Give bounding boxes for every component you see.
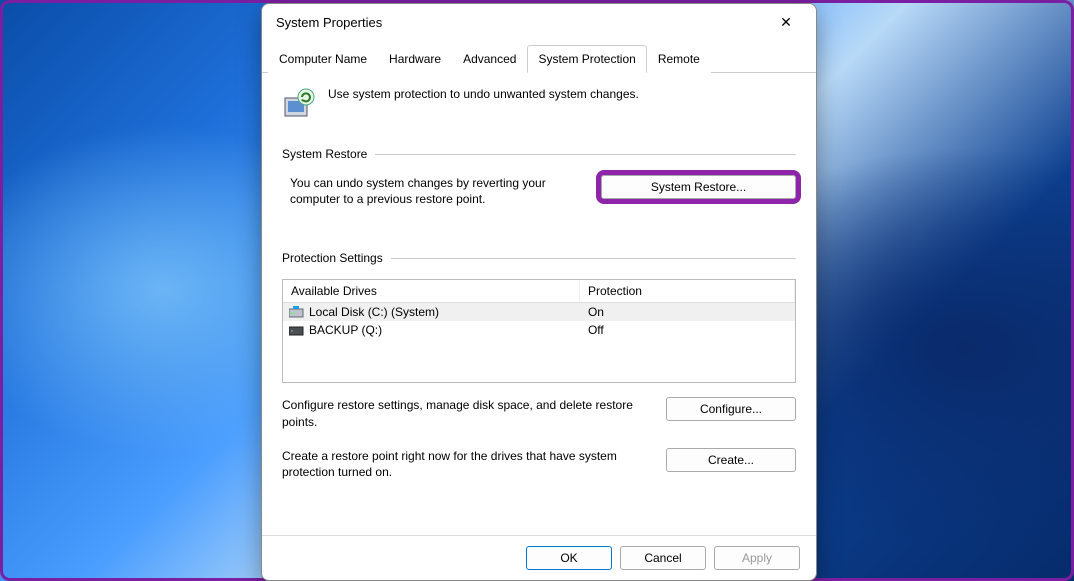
ok-button[interactable]: OK: [526, 546, 612, 570]
configure-button[interactable]: Configure...: [666, 397, 796, 421]
restore-row: You can undo system changes by reverting…: [282, 175, 796, 207]
tab-system-protection[interactable]: System Protection: [527, 45, 646, 73]
drive-name: BACKUP (Q:): [309, 323, 382, 337]
disk-system-icon: [289, 306, 305, 318]
tab-content: Use system protection to undo unwanted s…: [262, 73, 816, 535]
intro-row: Use system protection to undo unwanted s…: [282, 87, 796, 121]
drive-name: Local Disk (C:) (System): [309, 305, 439, 319]
window-title: System Properties: [276, 15, 764, 30]
restore-description: You can undo system changes by reverting…: [290, 175, 585, 207]
configure-description: Configure restore settings, manage disk …: [282, 397, 650, 429]
drives-body: Local Disk (C:) (System) On BACKUP (Q:) …: [283, 303, 795, 339]
col-header-drive[interactable]: Available Drives: [283, 280, 580, 302]
tab-hardware[interactable]: Hardware: [378, 45, 452, 73]
tab-advanced[interactable]: Advanced: [452, 45, 527, 73]
create-description: Create a restore point right now for the…: [282, 448, 650, 480]
tab-computer-name[interactable]: Computer Name: [268, 45, 378, 73]
divider-line: [391, 258, 796, 259]
table-row[interactable]: BACKUP (Q:) Off: [283, 321, 795, 339]
divider-line: [375, 154, 796, 155]
table-row[interactable]: Local Disk (C:) (System) On: [283, 303, 795, 321]
apply-button: Apply: [714, 546, 800, 570]
system-properties-dialog: System Properties ✕ Computer Name Hardwa…: [261, 3, 817, 581]
system-restore-button[interactable]: System Restore...: [601, 175, 796, 199]
titlebar: System Properties ✕: [262, 4, 816, 40]
restore-shield-icon: [282, 87, 316, 121]
section-protection-header: Protection Settings: [282, 251, 796, 265]
drives-table[interactable]: Available Drives Protection Local Disk (…: [282, 279, 796, 383]
tab-strip: Computer Name Hardware Advanced System P…: [262, 44, 816, 73]
drive-protection: On: [580, 305, 795, 319]
close-icon: ✕: [780, 14, 792, 31]
close-button[interactable]: ✕: [764, 8, 808, 36]
tab-remote[interactable]: Remote: [647, 45, 711, 73]
section-restore-header: System Restore: [282, 147, 796, 161]
create-row: Create a restore point right now for the…: [282, 448, 796, 480]
create-button[interactable]: Create...: [666, 448, 796, 472]
section-protection-title: Protection Settings: [282, 251, 383, 265]
disk-icon: [289, 324, 305, 336]
col-header-protection[interactable]: Protection: [580, 280, 795, 302]
dialog-footer: OK Cancel Apply: [262, 535, 816, 580]
cancel-button[interactable]: Cancel: [620, 546, 706, 570]
drive-protection: Off: [580, 323, 795, 337]
intro-text: Use system protection to undo unwanted s…: [328, 87, 639, 101]
drives-header: Available Drives Protection: [283, 280, 795, 303]
configure-row: Configure restore settings, manage disk …: [282, 397, 796, 429]
section-restore-title: System Restore: [282, 147, 367, 161]
